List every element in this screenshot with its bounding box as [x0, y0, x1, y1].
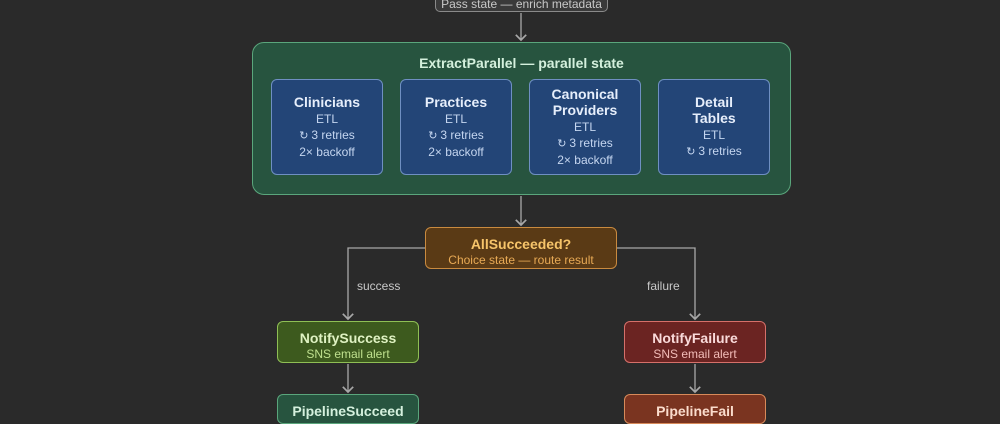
- pipeline-succeed-name: PipelineSucceed: [292, 403, 404, 419]
- retry-icon: ↻: [557, 138, 567, 150]
- branch-name: Clinicians: [293, 94, 361, 110]
- branch-backoff: 2× backoff: [557, 153, 613, 167]
- parallel-state-title: ExtractParallel — parallel state: [419, 55, 624, 71]
- notify-success-name: NotifySuccess: [299, 330, 397, 346]
- pass-state-node: Pass state — enrich metadata: [435, 0, 608, 12]
- branch-type: ETL: [702, 128, 725, 142]
- retry-icon: ↻: [428, 130, 438, 142]
- branch-retries: 3 retries: [440, 128, 484, 142]
- notify-failure-node: NotifyFailure SNS email alert: [624, 321, 766, 363]
- branch-name: Canonical Providers: [551, 86, 619, 118]
- notify-failure-subtitle: SNS email alert: [653, 347, 737, 361]
- pipeline-fail-name: PipelineFail: [656, 403, 734, 419]
- branch-type: ETL: [444, 112, 467, 126]
- retry-icon: ↻: [299, 130, 309, 142]
- branch-canonical-providers: Canonical Providers ETL ↻ 3 retries 2× ba…: [529, 79, 641, 175]
- branch-practices: Practices ETL ↻ 3 retries 2× backoff: [400, 79, 512, 175]
- branch-retries: 3 retries: [569, 136, 613, 150]
- branch-type: ETL: [573, 120, 596, 134]
- branch-backoff: 2× backoff: [299, 145, 355, 159]
- branch-retries: 3 retries: [311, 128, 355, 142]
- choice-subtitle: Choice state — route result: [448, 253, 594, 267]
- choice-state-node: AllSucceeded? Choice state — route resul…: [425, 227, 617, 269]
- pass-state-label: Pass state — enrich metadata: [441, 0, 602, 11]
- retry-icon: ↻: [686, 146, 696, 158]
- choice-name: AllSucceeded?: [470, 236, 572, 252]
- edge-label-success: success: [357, 279, 401, 293]
- branch-clinicians: Clinicians ETL ↻ 3 retries 2× backoff: [271, 79, 383, 175]
- branch-name: Practices: [424, 94, 488, 110]
- edge-label-failure: failure: [647, 279, 680, 293]
- notify-success-subtitle: SNS email alert: [306, 347, 390, 361]
- branch-detail-tables: Detail Tables ETL ↻ 3 retries: [658, 79, 770, 175]
- notify-failure-name: NotifyFailure: [652, 330, 738, 346]
- branch-backoff: 2× backoff: [428, 145, 484, 159]
- branch-name: Detail Tables: [692, 94, 736, 126]
- branch-type: ETL: [315, 112, 338, 126]
- notify-success-node: NotifySuccess SNS email alert: [277, 321, 419, 363]
- branch-retries: 3 retries: [698, 144, 742, 158]
